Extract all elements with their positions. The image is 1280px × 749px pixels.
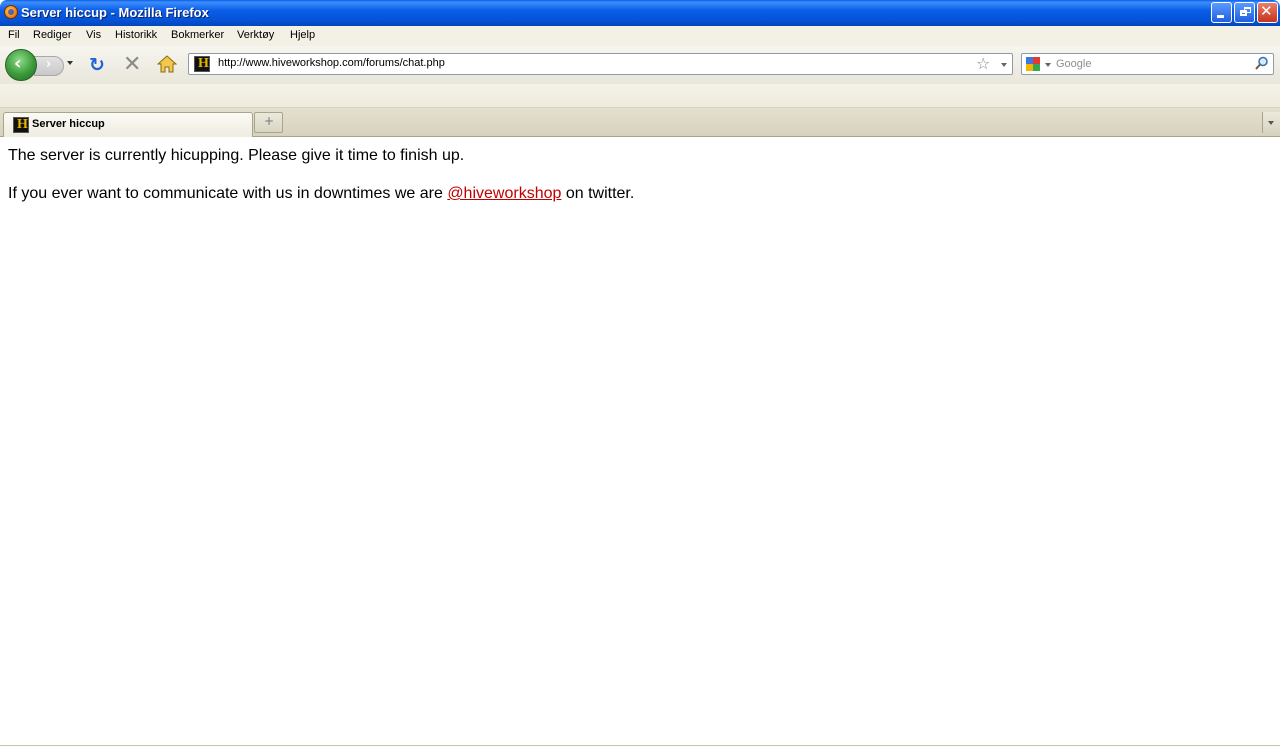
plus-icon: + (264, 114, 275, 128)
back-button[interactable]: ‹ (5, 49, 37, 81)
search-engine-dropdown-icon[interactable] (1045, 63, 1051, 67)
twitter-message: If you ever want to communicate with us … (8, 185, 634, 203)
search-icon[interactable] (1255, 56, 1269, 70)
page-content: The server is currently hicupping. Pleas… (0, 137, 1280, 749)
navigation-toolbar: › ‹ ↻ ✕ H http://www.hiveworkshop.com/fo… (0, 46, 1280, 84)
menu-help[interactable]: Hjelp (290, 29, 315, 41)
menu-bookmarks[interactable]: Bokmerker (171, 29, 224, 41)
google-icon[interactable] (1026, 57, 1040, 71)
restore-button[interactable] (1234, 2, 1255, 23)
menu-bar: Fil Rediger Vis Historikk Bokmerker Verk… (0, 26, 1280, 46)
stop-icon[interactable]: ✕ (123, 52, 141, 77)
minimize-icon (1217, 15, 1224, 18)
twitter-link[interactable]: @hiveworkshop (447, 185, 561, 202)
history-dropdown-icon[interactable] (67, 61, 73, 65)
tab-title: Server hiccup (32, 118, 105, 130)
new-tab-button[interactable]: + (254, 112, 283, 133)
menu-file[interactable]: Fil (8, 29, 20, 41)
hiveworkshop-logo-icon: H (13, 117, 29, 133)
menu-tools[interactable]: Verktøy (237, 29, 274, 41)
window-titlebar: Server hiccup - Mozilla Firefox ✕ (0, 0, 1280, 26)
tab-list-button[interactable] (1262, 112, 1280, 133)
forward-button[interactable]: › (34, 56, 64, 76)
window-bottom-border (0, 745, 1280, 746)
home-icon[interactable] (157, 55, 177, 73)
bookmark-star-icon[interactable]: ☆ (976, 54, 990, 73)
reload-icon[interactable]: ↻ (89, 54, 105, 76)
url-bar[interactable]: H http://www.hiveworkshop.com/forums/cha… (188, 53, 1013, 75)
forward-arrow-icon: › (46, 57, 52, 72)
minimize-button[interactable] (1211, 2, 1232, 23)
server-hiccup-message: The server is currently hicupping. Pleas… (8, 147, 465, 164)
search-bar[interactable] (1021, 53, 1274, 75)
menu-view[interactable]: Vis (86, 29, 101, 41)
url-dropdown-icon[interactable] (1001, 63, 1007, 67)
twitter-message-suffix: on twitter. (561, 185, 635, 202)
close-button[interactable]: ✕ (1257, 2, 1278, 23)
close-icon: ✕ (1260, 2, 1273, 20)
hiveworkshop-logo-icon: H (194, 56, 210, 72)
tab-server-hiccup[interactable]: H Server hiccup (3, 112, 253, 137)
chevron-down-icon (1268, 121, 1274, 125)
restore-icon (1240, 7, 1251, 16)
window-title: Server hiccup - Mozilla Firefox (21, 5, 209, 20)
search-input[interactable] (1056, 55, 1252, 73)
bookmarks-toolbar (0, 84, 1280, 108)
tab-strip: H Server hiccup + (0, 108, 1280, 137)
twitter-message-prefix: If you ever want to communicate with us … (8, 185, 448, 202)
firefox-icon (4, 5, 18, 19)
url-text[interactable]: http://www.hiveworkshop.com/forums/chat.… (218, 57, 445, 69)
menu-edit[interactable]: Rediger (33, 29, 72, 41)
menu-history[interactable]: Historikk (115, 29, 157, 41)
back-arrow-icon: ‹ (14, 53, 22, 74)
